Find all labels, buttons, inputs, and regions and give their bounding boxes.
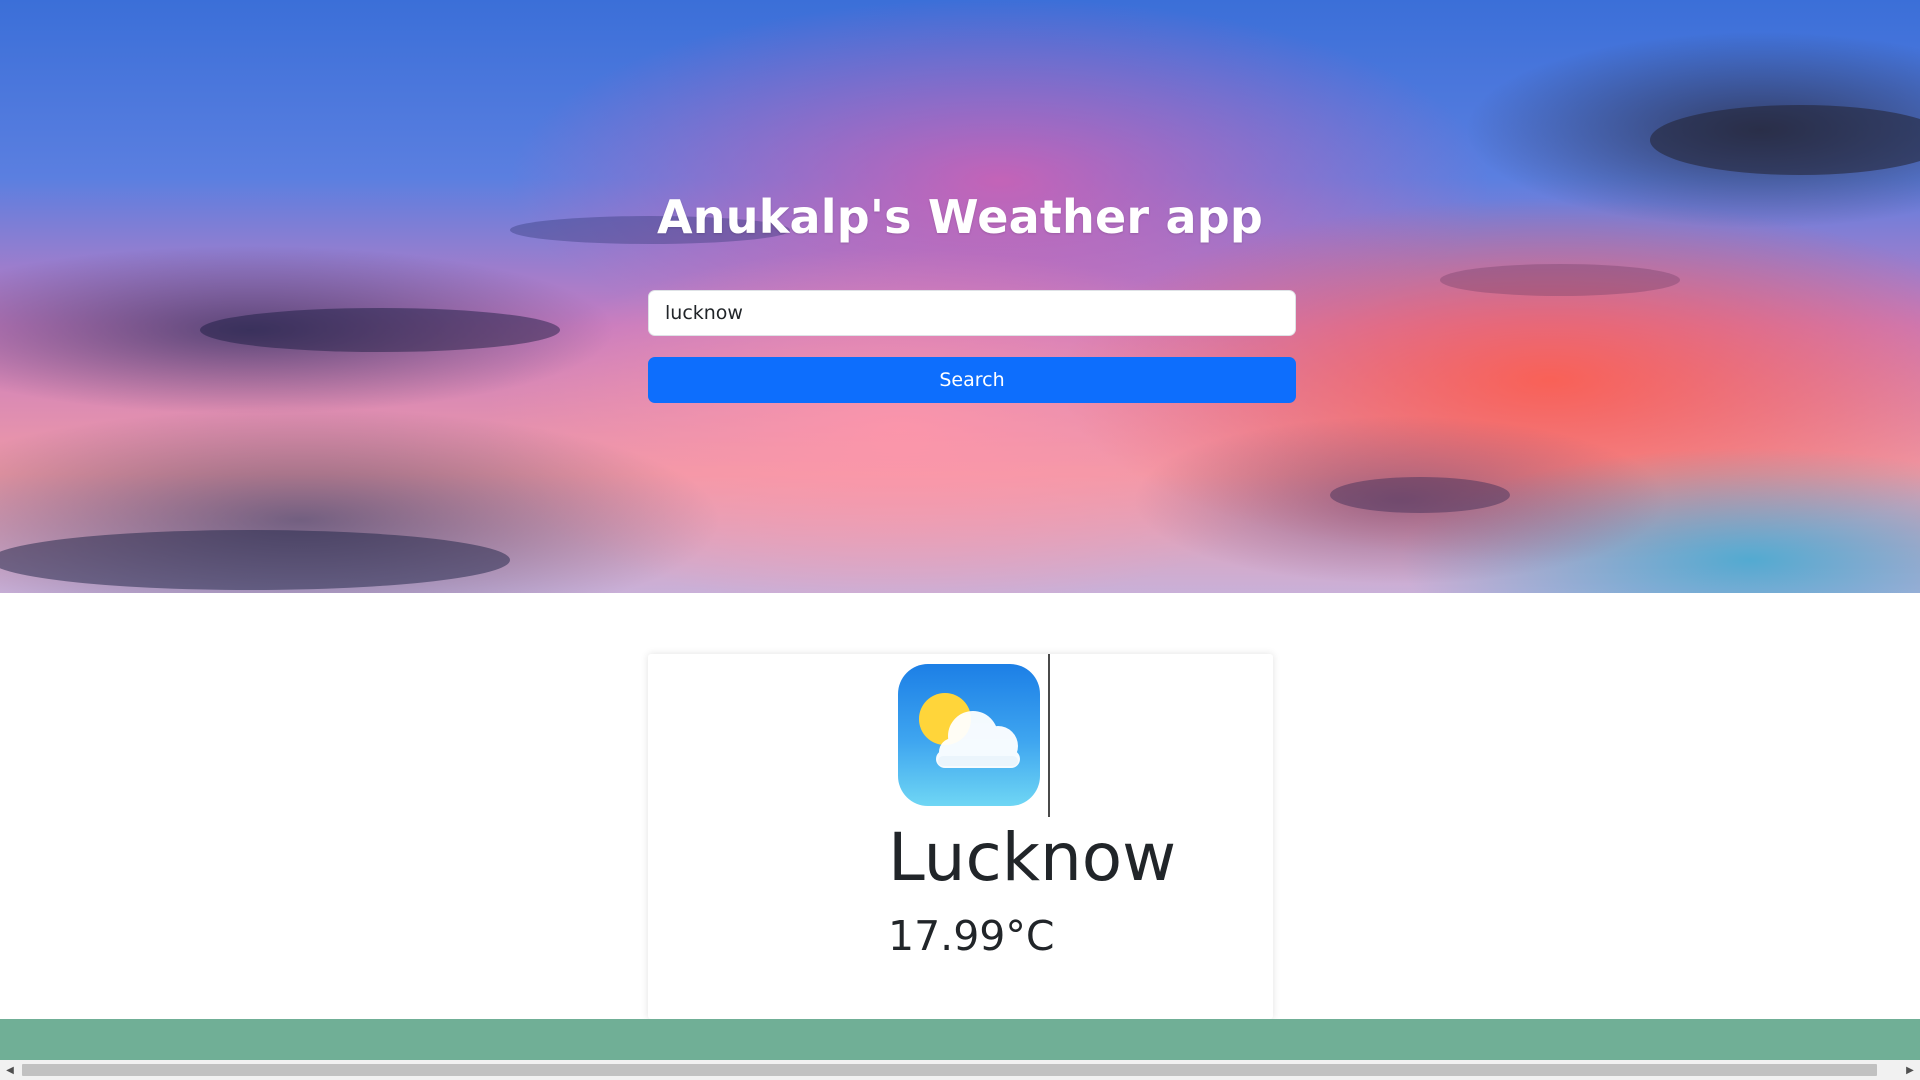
search-button[interactable]: Search	[648, 357, 1296, 403]
hero-banner: Anukalp's Weather app Search	[0, 0, 1920, 593]
scrollbar-thumb[interactable]	[22, 1064, 1877, 1076]
city-name: Lucknow	[888, 819, 1177, 896]
city-search-input[interactable]	[648, 290, 1296, 336]
scroll-right-icon[interactable]: ▶	[1900, 1060, 1920, 1080]
temperature-value: 17.99°C	[888, 912, 1055, 960]
page-title: Anukalp's Weather app	[657, 190, 1263, 244]
partly-cloudy-icon	[898, 664, 1040, 806]
scroll-left-icon[interactable]: ◀	[0, 1060, 20, 1080]
footer-bar	[0, 1019, 1920, 1060]
horizontal-scrollbar[interactable]: ◀ ▶	[0, 1060, 1920, 1080]
weather-card: Lucknow 17.99°C	[648, 654, 1273, 1019]
divider	[1048, 654, 1050, 817]
